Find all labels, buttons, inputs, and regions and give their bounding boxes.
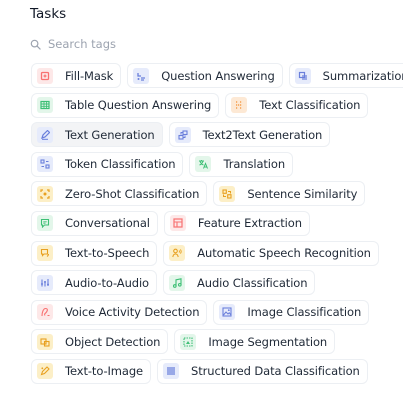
token-classification-icon	[37, 156, 53, 173]
search-tags-input[interactable]	[48, 37, 348, 51]
task-tag-label: Feature Extraction	[197, 216, 302, 231]
image-segmentation-icon	[180, 333, 197, 350]
task-tag-token-classification[interactable]: Token Classification	[31, 151, 184, 177]
audio-classification-icon	[169, 274, 185, 291]
tag-row: Table Question Answering Text Classificat…	[31, 92, 403, 118]
task-tag-label: Automatic Speech Recognition	[197, 246, 371, 261]
task-tag-text-classification[interactable]: Text Classification	[225, 92, 369, 118]
task-tag-label: Audio Classification	[197, 275, 308, 290]
task-tag-list: Fill-Mask Question Answering Summarization…	[31, 63, 403, 389]
summarization-icon	[294, 67, 311, 84]
task-tag-label: Summarization	[322, 68, 403, 83]
search-bar[interactable]	[30, 34, 370, 54]
tag-row: Object Detection Image Segmentation	[31, 329, 403, 355]
task-tag-label: Fill-Mask	[65, 68, 114, 83]
tag-row: Text-to-Speech Automatic Speech Recogniti…	[31, 240, 403, 266]
task-tag-label: Text2Text Generation	[202, 127, 323, 142]
structured-data-icon	[163, 363, 180, 380]
tag-row: Fill-Mask Question Answering Summarization	[31, 63, 403, 88]
task-tag-image-classification[interactable]: Image Classification	[213, 299, 370, 325]
task-tag-label: Translation	[223, 157, 286, 172]
task-tag-text-generation[interactable]: Text Generation	[31, 122, 163, 148]
task-tag-label: Structured Data Classification	[191, 364, 360, 379]
voice-activity-icon	[37, 304, 53, 321]
task-tag-summarization[interactable]: Summarization	[288, 63, 403, 88]
feature-extraction-icon	[169, 215, 186, 232]
task-tag-conversational[interactable]: Conversational	[31, 210, 158, 236]
search-icon	[30, 39, 41, 50]
task-tag-fill-mask[interactable]: Fill-Mask	[31, 63, 122, 88]
task-tag-label: Question Answering	[161, 68, 275, 83]
task-tag-label: Image Segmentation	[208, 334, 328, 349]
task-tag-sentence-similarity[interactable]: Sentence Similarity	[213, 181, 366, 207]
task-tag-label: Image Classification	[247, 305, 362, 320]
task-tag-label: Conversational	[65, 216, 150, 231]
tag-row: Conversational Feature Extraction	[31, 210, 403, 236]
tag-row: Token Classification Translation	[31, 151, 403, 177]
tag-row: Voice Activity Detection Image Classifica…	[31, 299, 403, 325]
tag-row: Audio-to-Audio Audio Classification	[31, 270, 403, 296]
object-detection-icon	[37, 333, 53, 350]
text-classification-icon	[231, 97, 248, 114]
audio-to-audio-icon	[37, 274, 53, 291]
task-tag-label: Audio-to-Audio	[65, 275, 149, 290]
conversational-icon	[37, 215, 53, 232]
image-classification-icon	[219, 304, 236, 321]
text-to-speech-icon	[37, 245, 53, 262]
tag-row: Zero-Shot Classification Sentence Similar…	[31, 181, 403, 207]
task-tag-label: Object Detection	[65, 334, 161, 349]
translation-icon	[195, 156, 212, 173]
task-tag-label: Voice Activity Detection	[65, 305, 200, 320]
task-tag-label: Token Classification	[65, 157, 176, 172]
sentence-similarity-icon	[219, 185, 236, 202]
task-tag-question-answering[interactable]: Question Answering	[127, 63, 283, 88]
task-tag-image-segmentation[interactable]: Image Segmentation	[174, 329, 336, 355]
task-tag-text2text-generation[interactable]: Text2Text Generation	[168, 122, 331, 148]
task-tag-structured-data-classification[interactable]: Structured Data Classification	[157, 358, 368, 384]
task-tag-label: Text Generation	[65, 127, 155, 142]
task-tag-audio-to-audio[interactable]: Audio-to-Audio	[31, 270, 157, 296]
task-tag-translation[interactable]: Translation	[189, 151, 294, 177]
task-tag-voice-activity-detection[interactable]: Voice Activity Detection	[31, 299, 208, 325]
task-tag-object-detection[interactable]: Object Detection	[31, 329, 169, 355]
table-icon	[37, 97, 53, 114]
fill-mask-icon	[37, 67, 53, 84]
task-tag-zero-shot-classification[interactable]: Zero-Shot Classification	[31, 181, 208, 207]
zero-shot-icon	[37, 185, 53, 202]
tasks-heading: Tasks	[30, 6, 67, 22]
task-tag-audio-classification[interactable]: Audio Classification	[163, 270, 316, 296]
text-generation-icon	[37, 126, 53, 143]
question-answering-icon	[133, 67, 150, 84]
task-tag-label: Text-to-Image	[65, 364, 144, 379]
text-to-image-icon	[37, 363, 53, 380]
tag-row: Text Generation Text2Text Generation	[31, 122, 403, 148]
task-tag-label: Text Classification	[259, 98, 361, 113]
task-tag-table-question-answering[interactable]: Table Question Answering	[31, 92, 220, 118]
text2text-icon	[174, 126, 191, 143]
task-tag-automatic-speech-recognition[interactable]: Automatic Speech Recognition	[163, 240, 379, 266]
task-tag-text-to-speech[interactable]: Text-to-Speech	[31, 240, 158, 266]
task-tag-text-to-image[interactable]: Text-to-Image	[31, 358, 152, 384]
tag-row: Text-to-Image Structured Data Classificat…	[31, 358, 403, 384]
task-tag-label: Zero-Shot Classification	[65, 186, 200, 201]
task-tag-feature-extraction[interactable]: Feature Extraction	[163, 210, 310, 236]
task-tag-label: Sentence Similarity	[247, 186, 358, 201]
task-tag-label: Text-to-Speech	[65, 246, 150, 261]
speech-recognition-icon	[169, 245, 186, 262]
task-tag-label: Table Question Answering	[65, 98, 212, 113]
